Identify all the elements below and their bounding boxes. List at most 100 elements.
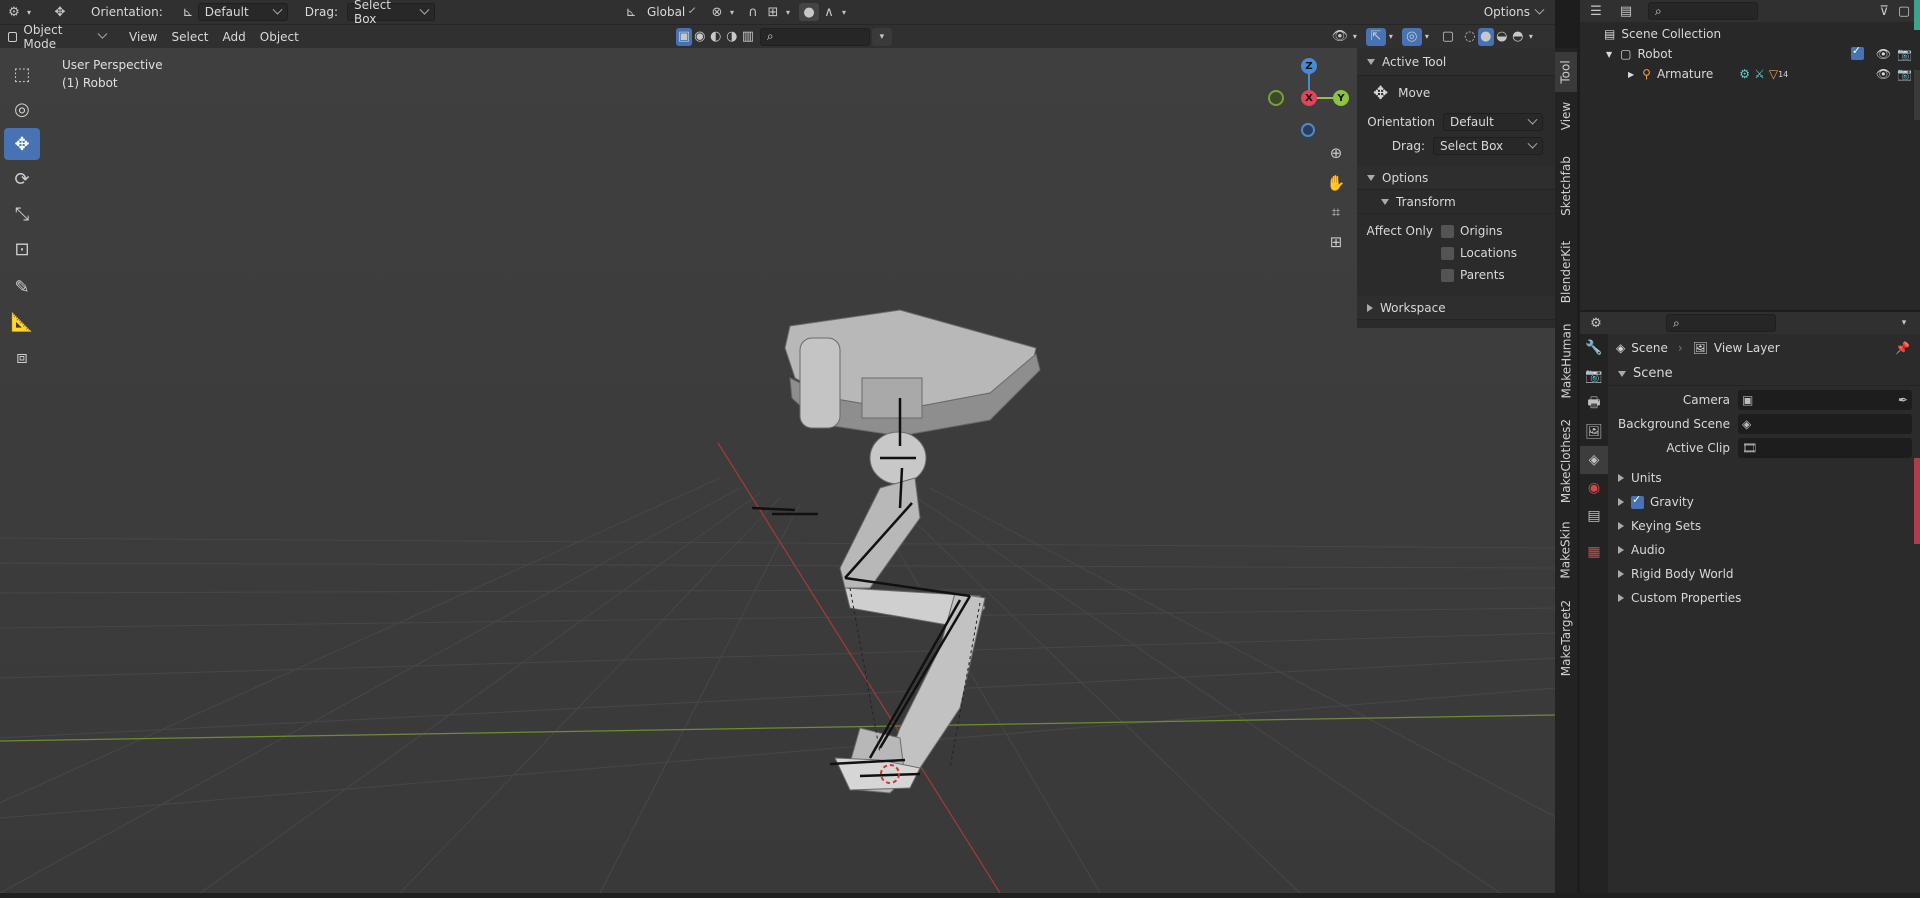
snap-target-icon[interactable]: ⊞ (763, 3, 783, 21)
render-tab-icon[interactable]: 📷 (1580, 362, 1608, 390)
armature-render-icon[interactable]: 📷 (1897, 67, 1912, 81)
snap-caret-icon[interactable]: ▾ (783, 3, 793, 21)
options-header[interactable]: Options (1357, 166, 1555, 190)
ortho-grid-icon[interactable]: ⊞ (1326, 233, 1346, 251)
transform-space-dropdown[interactable]: Global (640, 3, 699, 21)
scale-tool[interactable]: ⤡ (4, 198, 40, 230)
collection-tab-icon[interactable]: ▤ (1580, 502, 1608, 530)
view-layer-tab-icon[interactable]: 🖼 (1580, 418, 1608, 446)
tab-makeskin[interactable]: MakeSkin (1555, 516, 1577, 584)
transform-header[interactable]: Transform (1357, 190, 1555, 214)
gizmo-z-axis[interactable]: Z (1301, 58, 1317, 74)
tab-maketarget2[interactable]: MakeTarget2 (1555, 588, 1577, 688)
select-mode-new-icon[interactable]: ▣ (675, 27, 692, 46)
expand-robot-icon[interactable]: ▼ (1606, 50, 1612, 59)
properties-scrollbar[interactable] (1914, 458, 1920, 544)
pivot-icon[interactable]: ⊗ (707, 3, 727, 21)
gravity-panel[interactable]: Gravity (1608, 490, 1920, 514)
menu-view[interactable]: View (124, 28, 162, 46)
cursor-tool[interactable]: ◎ (4, 93, 40, 125)
tab-makehuman[interactable]: MakeHuman (1555, 316, 1577, 406)
properties-editor-icon[interactable]: ⚙ (1586, 314, 1606, 332)
outliner-row-robot[interactable]: ▼ ▢ Robot 👁 📷 (1580, 44, 1920, 64)
active-clip-field[interactable]: 🎞 (1738, 438, 1912, 458)
filter-icon[interactable]: ⊽ (1874, 2, 1894, 20)
select-mode-invert-icon[interactable]: ◑ (724, 28, 740, 46)
search-dropdown-icon[interactable]: ▾ (871, 27, 892, 46)
select-mode-extend-icon[interactable]: ◉ (692, 28, 708, 46)
move-tool-icon[interactable]: ✥ (50, 3, 70, 21)
keying-sets-panel[interactable]: Keying Sets (1608, 514, 1920, 538)
pin-icon[interactable]: 📌 (1895, 341, 1910, 355)
falloff-caret-icon[interactable]: ▾ (839, 3, 849, 21)
gizmo-neg-y-axis[interactable] (1268, 90, 1284, 106)
shading-rendered-icon[interactable]: ◓ (1510, 28, 1526, 46)
rotate-tool[interactable]: ⟳ (4, 163, 40, 195)
robot-render-icon[interactable]: 📷 (1897, 47, 1912, 61)
add-cube-tool[interactable]: ⧈ (4, 341, 40, 373)
mode-dropdown[interactable]: Object Mode (6, 23, 112, 51)
navigation-gizmo[interactable]: Z Y X (1266, 48, 1349, 138)
world-tab-icon[interactable]: ◉ (1580, 474, 1608, 502)
outliner-scrollbar-bottom[interactable] (1914, 70, 1920, 120)
transform-tool[interactable]: ⊡ (4, 233, 40, 265)
background-scene-field[interactable]: ◈ (1738, 414, 1912, 434)
scene-tab-icon[interactable]: ◈ (1580, 446, 1608, 474)
texture-tab-icon[interactable]: ▦ (1580, 538, 1608, 566)
properties-search-input[interactable]: ⌕ (1666, 314, 1776, 332)
shading-material-icon[interactable]: ◒ (1494, 28, 1510, 46)
select-mode-subtract-icon[interactable]: ◐ (708, 28, 724, 46)
active-tool-header[interactable]: Active Tool (1357, 48, 1555, 76)
3d-viewport[interactable]: User Perspective (1) Robot Z Y X ⊕ ✋ ⌗ ⊞ (0, 48, 1555, 893)
orientation-dropdown[interactable]: Default (197, 3, 288, 21)
origins-checkbox[interactable] (1441, 224, 1454, 238)
tab-sketchfab[interactable]: Sketchfab (1555, 144, 1577, 228)
outliner-editor-icon[interactable]: ☰ (1586, 2, 1606, 20)
gizmo-neg-z-axis[interactable] (1301, 123, 1315, 137)
outliner-row-scene-collection[interactable]: ▤ Scene Collection (1580, 24, 1920, 44)
npanel-drag-dropdown[interactable]: Select Box (1433, 137, 1543, 155)
workspace-header[interactable]: Workspace (1357, 296, 1555, 320)
select-mode-intersect-icon[interactable]: ▥ (740, 28, 756, 46)
drag-dropdown[interactable]: Select Box (346, 0, 435, 26)
menu-object[interactable]: Object (255, 28, 304, 46)
overlays-caret-icon[interactable]: ▾ (1422, 28, 1432, 46)
proportional-edit-icon[interactable]: ● (798, 3, 819, 21)
shading-wireframe-icon[interactable]: ◌ (1462, 28, 1478, 46)
shading-caret-icon[interactable]: ▾ (1526, 28, 1536, 46)
tab-view[interactable]: View (1555, 96, 1577, 136)
select-box-tool[interactable]: ⬚ (4, 58, 40, 90)
editor-type-caret-icon[interactable]: ▾ (24, 3, 34, 21)
gizmo-y-axis[interactable]: Y (1333, 90, 1349, 106)
outliner-row-armature[interactable]: ▶ ⚲ Armature ⚙ ⚔ ▽ 14 👁 📷 (1580, 64, 1920, 84)
active-tool-row[interactable]: ✥ Move (1357, 76, 1555, 110)
gravity-checkbox[interactable] (1631, 493, 1644, 509)
zoom-icon[interactable]: ⊕ (1326, 144, 1346, 162)
gizmo-x-axis[interactable]: X (1301, 90, 1317, 106)
move-tool[interactable]: ✥ (4, 128, 40, 160)
eyedropper-icon[interactable]: ✒ (1898, 393, 1908, 407)
display-mode-icon[interactable]: ▤ (1616, 2, 1636, 20)
pivot-caret-icon[interactable]: ▾ (727, 3, 737, 21)
snap-icon[interactable]: ∩ (743, 3, 763, 21)
parents-checkbox[interactable] (1441, 268, 1454, 282)
tab-makeclothes2[interactable]: MakeClothes2 (1555, 410, 1577, 512)
gizmo-caret-icon[interactable]: ▾ (1386, 28, 1396, 46)
viewport-search-input[interactable]: ⌕ (759, 27, 870, 46)
falloff-icon[interactable]: ∧ (819, 3, 839, 21)
camera-view-icon[interactable]: ⌗ (1326, 203, 1346, 221)
outliner-scrollbar[interactable] (1914, 0, 1920, 30)
properties-options-icon[interactable]: ▾ (1894, 314, 1914, 332)
tab-blenderkit[interactable]: BlenderKit (1555, 232, 1577, 312)
scene-panel-header[interactable]: Scene (1608, 362, 1920, 386)
audio-panel[interactable]: Audio (1608, 538, 1920, 562)
xray-icon[interactable]: ▢ (1438, 28, 1458, 46)
options-dropdown[interactable]: Options (1477, 3, 1549, 21)
custom-properties-panel[interactable]: Custom Properties (1608, 586, 1920, 610)
visibility-icon[interactable]: 👁 (1330, 28, 1350, 46)
rigid-body-world-panel[interactable]: Rigid Body World (1608, 562, 1920, 586)
armature-visibility-icon[interactable]: 👁 (1876, 67, 1891, 81)
tab-tool[interactable]: Tool (1555, 52, 1577, 92)
annotate-tool[interactable]: ✎ (4, 271, 40, 303)
new-collection-icon[interactable]: ▢ (1894, 2, 1914, 20)
